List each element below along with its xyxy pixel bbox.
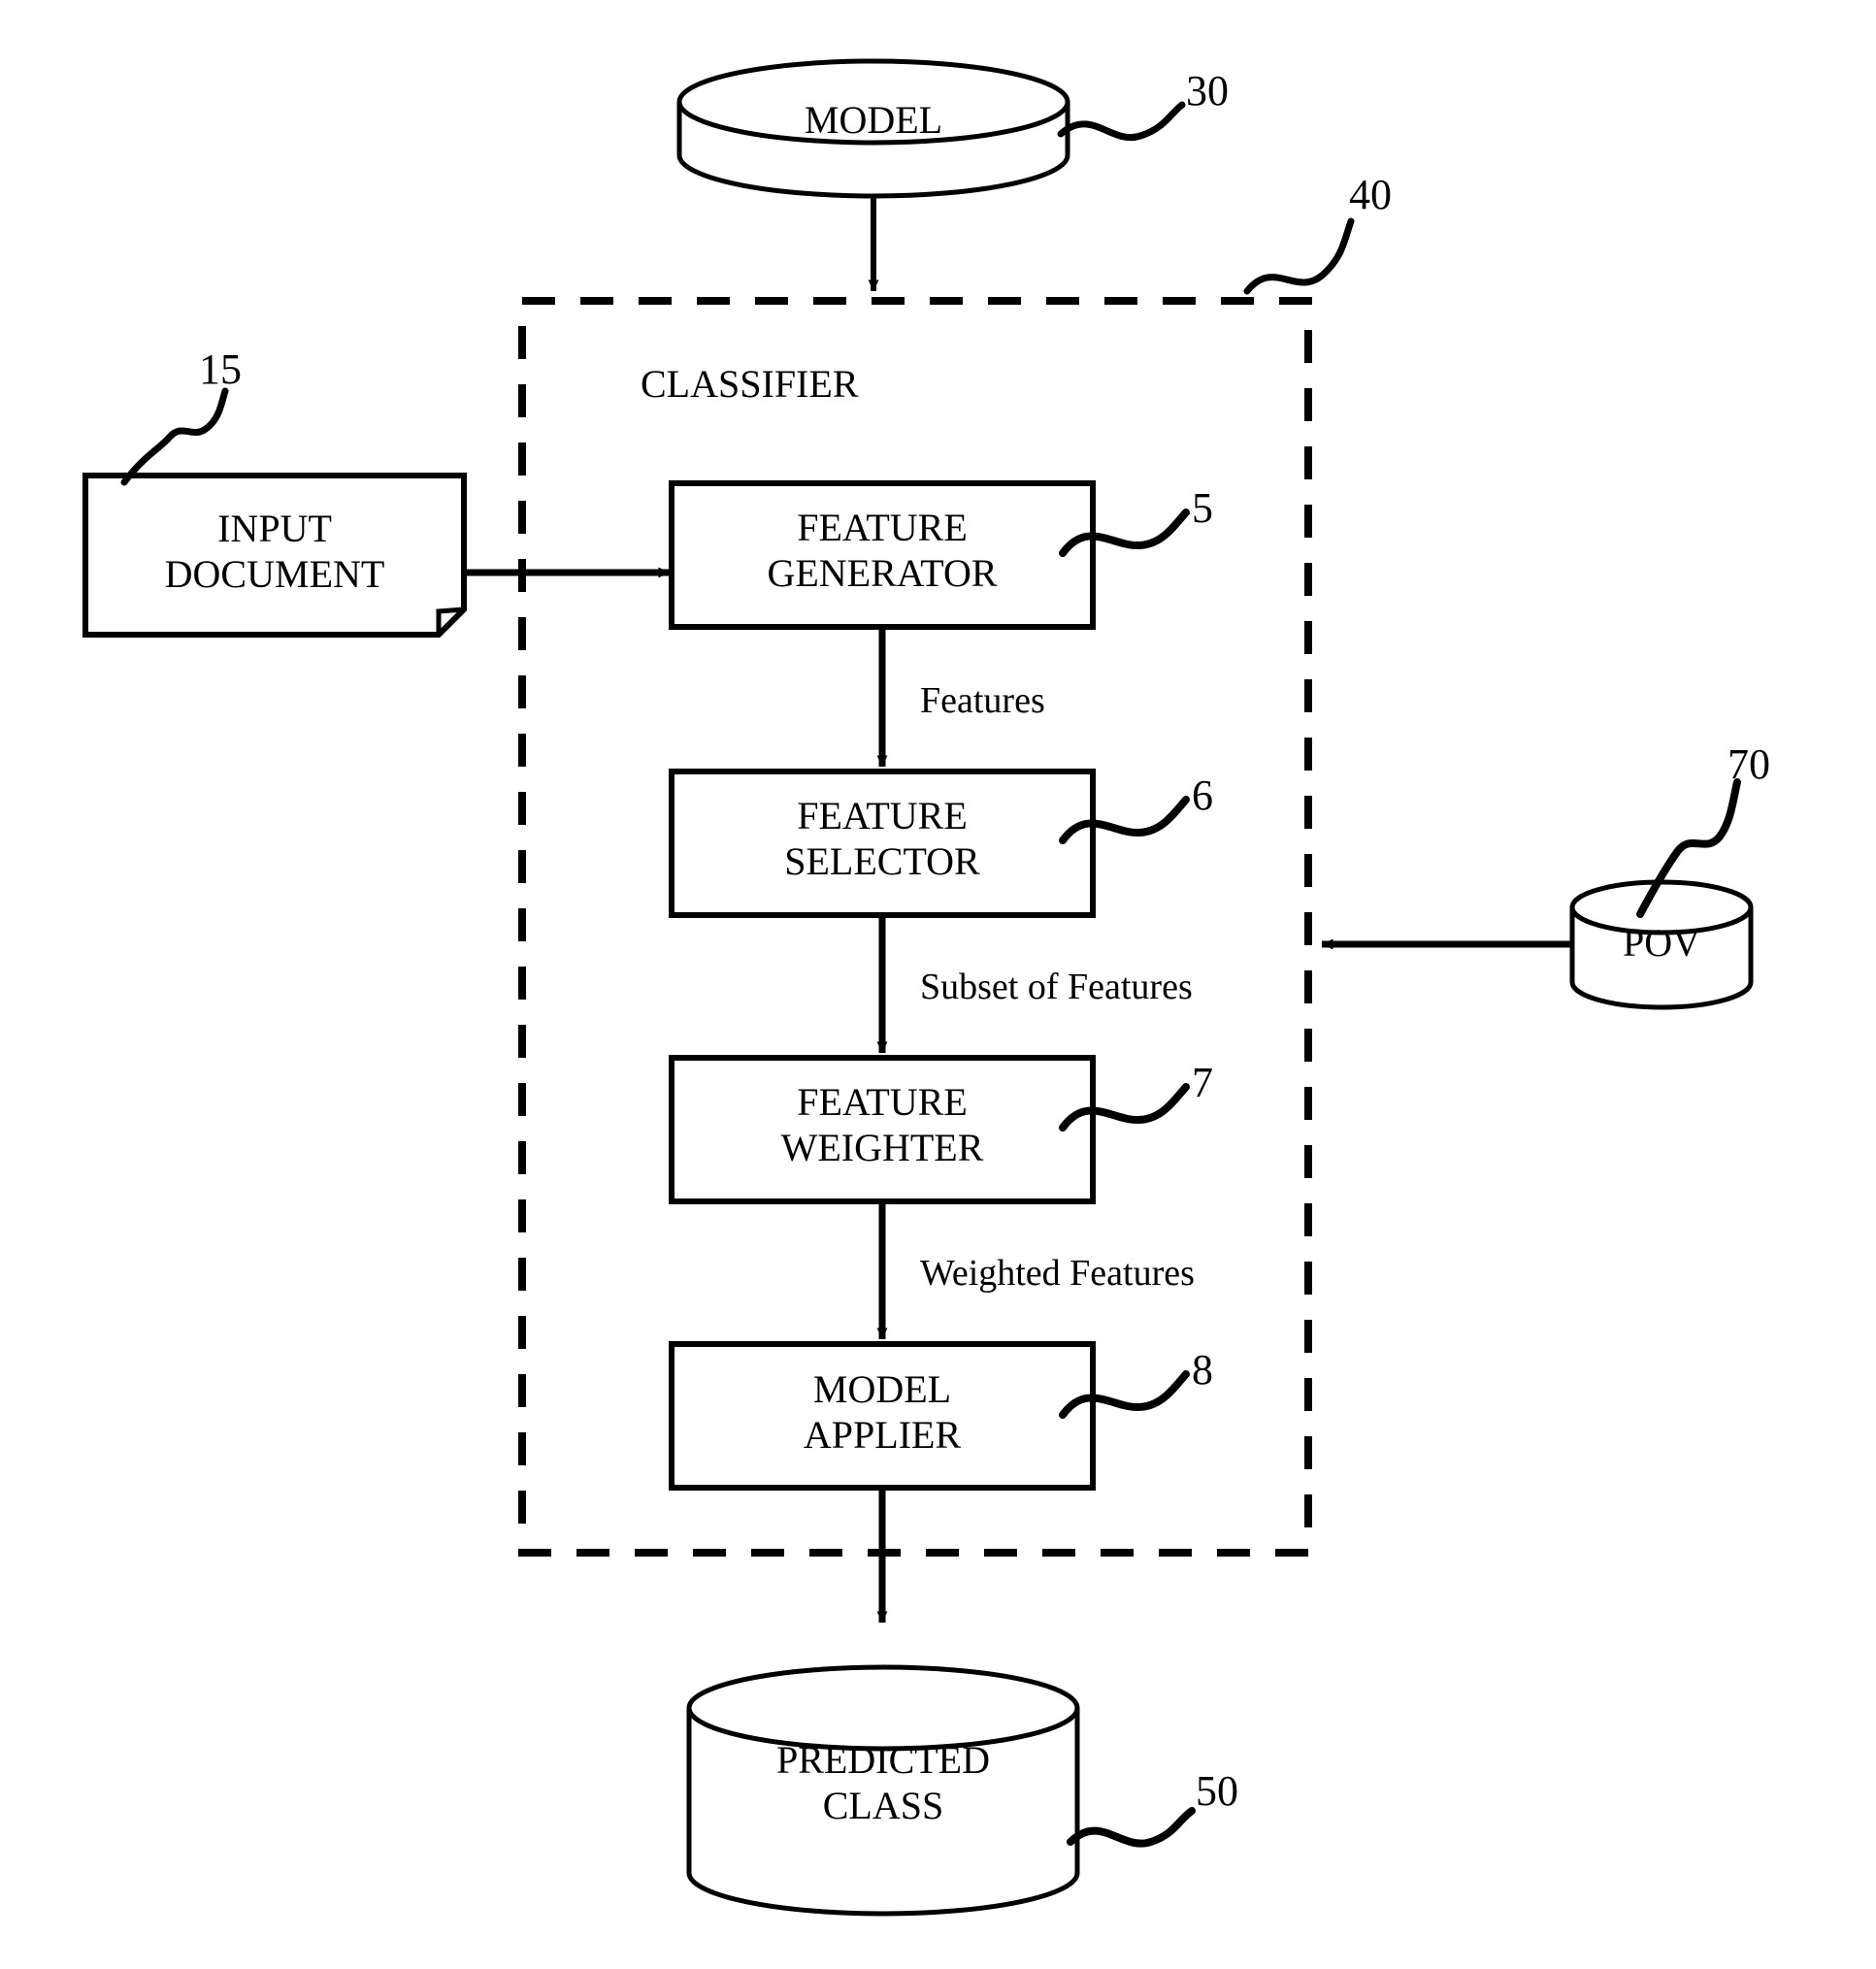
model-applier-box-shape bbox=[669, 1341, 1096, 1491]
ref-number-70: 70 bbox=[1728, 740, 1770, 788]
ref-number-5: 5 bbox=[1192, 484, 1213, 532]
ref-number-40: 40 bbox=[1349, 171, 1392, 218]
leader-line-40 bbox=[1243, 217, 1355, 295]
leader-line-15 bbox=[120, 387, 229, 486]
feature-generator-box-shape bbox=[669, 480, 1096, 630]
ref-number-8: 8 bbox=[1192, 1346, 1213, 1394]
ref-number-6: 6 bbox=[1192, 771, 1213, 819]
ref-number-30: 30 bbox=[1186, 67, 1229, 115]
classifier-group-title: CLASSIFIER bbox=[641, 362, 859, 406]
edge-label-subset-of-features: Subset of Features bbox=[920, 967, 1193, 1007]
model-cylinder-shape bbox=[676, 58, 1070, 199]
leader-line-50 bbox=[1067, 1807, 1196, 1848]
leader-line-30 bbox=[1057, 101, 1186, 142]
predicted-class-cylinder-shape bbox=[686, 1664, 1080, 1917]
patent-figure-canvas: MODEL 30 CLASSIFIER 40 INPUT DOCUMENT 15… bbox=[0, 0, 1876, 1969]
feature-weighter-box-shape bbox=[669, 1055, 1096, 1204]
edge-label-weighted-features: Weighted Features bbox=[920, 1253, 1195, 1294]
ref-number-50: 50 bbox=[1196, 1767, 1238, 1815]
input-document-shape bbox=[82, 473, 467, 638]
pov-cylinder-shape bbox=[1569, 879, 1754, 1010]
ref-number-15: 15 bbox=[199, 345, 242, 393]
feature-selector-box-shape bbox=[669, 769, 1096, 918]
edge-label-features: Features bbox=[920, 680, 1045, 721]
ref-number-7: 7 bbox=[1192, 1059, 1213, 1106]
